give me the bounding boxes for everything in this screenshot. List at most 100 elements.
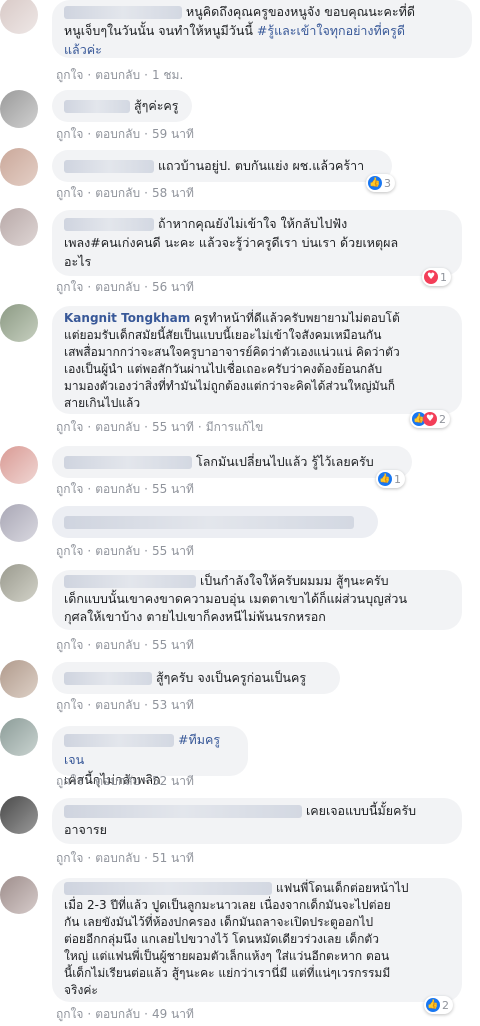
reaction-summary[interactable]: 👍 ♥ 2 <box>410 410 450 428</box>
separator: · <box>144 420 148 434</box>
comment-item: ถูกใจ · ตอบกลับ · 55 นาที <box>0 504 480 564</box>
comment-actions: ถูกใจ · ตอบกลับ · 49 นาที <box>56 1005 194 1024</box>
separator: · <box>87 1007 92 1021</box>
comment-text: เป็นกำลังใจให้ครับผมมม สู้ๆนะครับ <box>200 573 389 588</box>
author-name[interactable] <box>64 6 182 19</box>
avatar[interactable] <box>0 504 38 542</box>
timestamp[interactable]: 56 นาที <box>152 280 194 294</box>
author-name[interactable] <box>64 456 192 469</box>
reply-action[interactable]: ตอบกลับ <box>95 420 140 434</box>
reaction-count: 2 <box>439 412 446 426</box>
reaction-summary[interactable]: 👍 3 <box>366 174 395 192</box>
like-action[interactable]: ถูกใจ <box>56 280 83 294</box>
author-name[interactable] <box>64 882 272 895</box>
timestamp[interactable]: 58 นาที <box>152 186 194 200</box>
timestamp[interactable]: 55 นาที <box>152 544 194 558</box>
author-name[interactable] <box>64 160 154 173</box>
timestamp[interactable]: 49 นาที <box>152 1007 194 1021</box>
avatar[interactable] <box>0 148 38 186</box>
author-name[interactable] <box>64 734 174 747</box>
reply-action[interactable]: ตอบกลับ <box>95 1007 140 1021</box>
avatar[interactable] <box>0 304 38 342</box>
avatar[interactable] <box>0 564 38 602</box>
comment-text: สายเกินไปแล้ว <box>64 396 141 410</box>
timestamp[interactable]: 51 นาที <box>152 851 194 865</box>
comment-text: เสพสื่อมากกว่าจะสนใจครูบาอาจารย์คิดว่าตั… <box>64 345 400 359</box>
like-action[interactable]: ถูกใจ <box>56 482 83 496</box>
comment-text: ครูทำหน้าที่ดีแล้วครับพยายามไม่ตอบโต้ <box>194 311 400 325</box>
comment-text: นี้เด็กไม่เรียนต่อแล้ว สู้ๆนะคะ แย่กว่าเ… <box>64 966 391 980</box>
like-action[interactable]: ถูกใจ <box>56 774 83 788</box>
avatar[interactable] <box>0 660 38 698</box>
like-action[interactable]: ถูกใจ <box>56 698 83 712</box>
separator: · <box>87 280 92 294</box>
comment-text: สู้ๆครับ จงเป็นครูก่อนเป็นครู <box>156 670 307 685</box>
reply-action[interactable]: ตอบกลับ <box>95 127 140 141</box>
reply-action[interactable]: ตอบกลับ <box>95 186 140 200</box>
like-action[interactable]: ถูกใจ <box>56 127 83 141</box>
avatar[interactable] <box>0 718 38 756</box>
hashtag-link[interactable]: แล้วค่ะ <box>64 42 102 57</box>
separator: · <box>144 638 148 652</box>
separator: · <box>87 774 92 788</box>
avatar[interactable] <box>0 446 38 484</box>
comment-text: โลกมันเปลี่ยนไปแล้ว รู้ไว้เลยครับ <box>196 454 374 469</box>
comment-item: เป็นกำลังใจให้ครับผมมม สู้ๆนะครับ เด็กแบ… <box>0 562 480 658</box>
reply-action[interactable]: ตอบกลับ <box>95 638 140 652</box>
avatar[interactable] <box>0 90 38 128</box>
avatar[interactable] <box>0 876 38 914</box>
avatar[interactable] <box>0 208 38 246</box>
reply-action[interactable]: ตอบกลับ <box>95 851 140 865</box>
comment-bubble <box>52 506 378 538</box>
reply-action[interactable]: ตอบกลับ <box>95 280 140 294</box>
like-action[interactable]: ถูกใจ <box>56 1007 83 1021</box>
timestamp[interactable]: 55 นาที <box>152 638 194 652</box>
separator: · <box>197 420 202 434</box>
author-name[interactable] <box>64 100 130 113</box>
author-name[interactable] <box>64 805 302 818</box>
separator: · <box>144 851 148 865</box>
separator: · <box>144 482 148 496</box>
avatar[interactable] <box>0 796 38 834</box>
comment-item: Kangnit Tongkham ครูทำหน้าที่ดีแล้วครับพ… <box>0 300 480 440</box>
timestamp[interactable]: 52 นาที <box>152 774 194 788</box>
reaction-summary[interactable]: ♥ 1 <box>422 268 451 286</box>
comment-actions: ถูกใจ · ตอบกลับ · 55 นาที <box>56 480 194 499</box>
like-action[interactable]: ถูกใจ <box>56 186 83 200</box>
timestamp[interactable]: 55 นาที <box>152 482 194 496</box>
reply-action[interactable]: ตอบกลับ <box>95 774 140 788</box>
comment-text: มามองตัวเองว่าสิ่งที่ทำมันไม่ถูกต้องแต่ก… <box>64 379 396 393</box>
separator: · <box>87 638 92 652</box>
timestamp[interactable]: 55 นาที <box>152 420 194 434</box>
timestamp[interactable]: 59 นาที <box>152 127 194 141</box>
reaction-summary[interactable]: 👍 2 <box>424 996 453 1014</box>
comment-actions: ถูกใจ · ตอบกลับ · 58 นาที <box>56 184 194 203</box>
like-action[interactable]: ถูกใจ <box>56 638 83 652</box>
comment-item: สู้ๆครับ จงเป็นครูก่อนเป็นครู ถูกใจ · ตอบก… <box>0 658 480 716</box>
separator: · <box>87 68 92 82</box>
reply-action[interactable]: ตอบกลับ <box>95 698 140 712</box>
avatar[interactable] <box>0 0 38 34</box>
separator: · <box>144 698 148 712</box>
author-name[interactable] <box>64 218 154 231</box>
author-name[interactable] <box>64 575 196 588</box>
like-action[interactable]: ถูกใจ <box>56 851 83 865</box>
edited-label[interactable]: มีการแก้ไข <box>206 420 264 434</box>
author-name[interactable] <box>64 516 354 529</box>
timestamp[interactable]: 53 นาที <box>152 698 194 712</box>
comment-bubble: ถ้าหากคุณยังไม่เข้าใจ ให้กลับไปฟัง เพลง#… <box>52 210 462 276</box>
reply-action[interactable]: ตอบกลับ <box>95 544 140 558</box>
reply-action[interactable]: ตอบกลับ <box>95 68 140 82</box>
reaction-count: 1 <box>394 472 401 486</box>
reply-action[interactable]: ตอบกลับ <box>95 482 140 496</box>
reaction-count: 3 <box>384 176 391 190</box>
comment-text: จริงค่ะ <box>64 983 98 997</box>
like-action[interactable]: ถูกใจ <box>56 544 83 558</box>
hashtag-link[interactable]: #รู้และเข้าใจทุกอย่างที่ครูดี <box>257 23 405 38</box>
author-name[interactable]: Kangnit Tongkham <box>64 311 190 325</box>
timestamp[interactable]: 1 ชม. <box>152 68 183 82</box>
author-name[interactable] <box>64 672 152 685</box>
like-action[interactable]: ถูกใจ <box>56 420 83 434</box>
reaction-summary[interactable]: 👍 1 <box>376 470 405 488</box>
like-action[interactable]: ถูกใจ <box>56 68 83 82</box>
